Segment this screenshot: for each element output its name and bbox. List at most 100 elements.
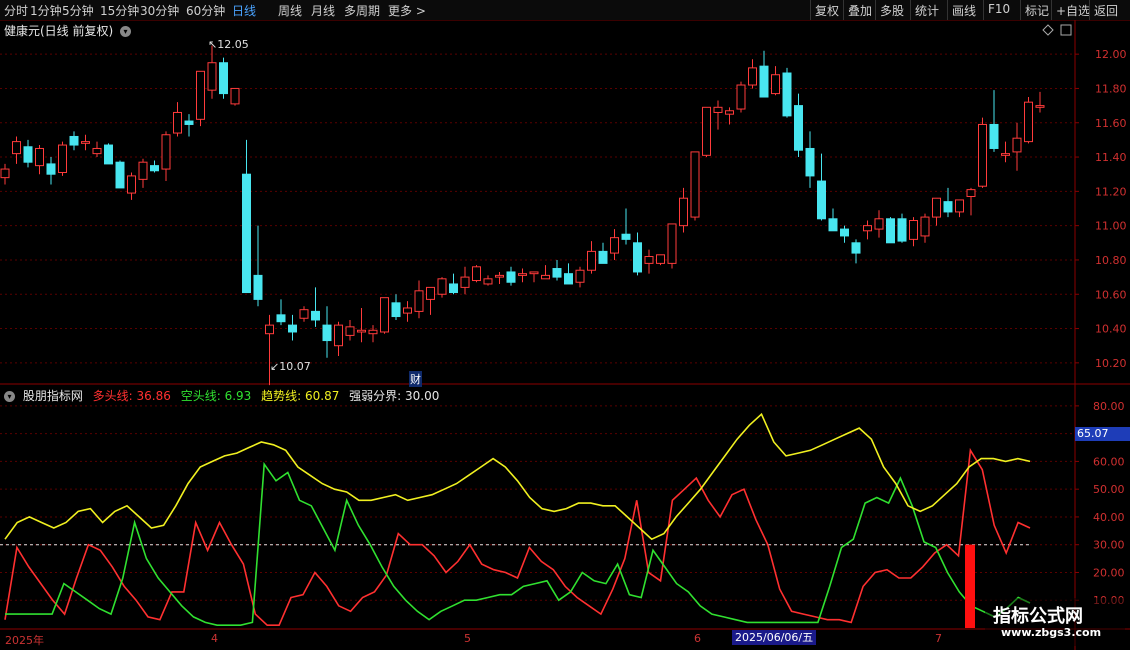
price-tick-label: 11.80 xyxy=(1095,82,1127,95)
candle-body xyxy=(587,250,596,271)
toolbar-action-2[interactable]: 多股 xyxy=(880,2,904,19)
candle-body xyxy=(23,146,33,163)
candle-body xyxy=(989,123,999,149)
candle-body xyxy=(736,84,746,110)
candle-body xyxy=(909,220,918,240)
candle-body xyxy=(851,242,861,254)
candle-body xyxy=(46,163,56,175)
period-tab-1[interactable]: 1分钟 xyxy=(30,2,62,19)
date-april: 4 xyxy=(211,632,218,645)
period-tab-10[interactable]: 更多 > xyxy=(388,2,426,19)
toolbar-action-3[interactable]: 统计 xyxy=(915,2,939,19)
toolbar-action-0[interactable]: 复权 xyxy=(815,2,839,19)
period-tab-8[interactable]: 月线 xyxy=(311,2,335,19)
toolbar-separator xyxy=(910,0,911,20)
candle-body xyxy=(12,141,21,155)
candle-body xyxy=(1024,101,1033,143)
high-marker: ↖12.05 xyxy=(208,38,249,51)
period-tab-2[interactable]: 5分钟 xyxy=(62,2,94,19)
price-tick-label: 10.20 xyxy=(1095,357,1127,370)
candle-body xyxy=(529,271,539,275)
price-tick-label: 10.40 xyxy=(1095,323,1127,336)
indicator-tick-label: 40.00 xyxy=(1093,511,1125,524)
candle-body xyxy=(35,147,44,167)
chevron-down-icon[interactable]: ▾ xyxy=(4,391,15,402)
candle-body xyxy=(414,290,424,312)
candle-body xyxy=(368,329,378,335)
candle-body xyxy=(184,120,194,125)
candle-body xyxy=(449,283,458,294)
candle-body xyxy=(771,74,780,95)
period-tab-5[interactable]: 60分钟 xyxy=(186,2,225,19)
price-tick-label: 12.00 xyxy=(1095,48,1127,61)
toolbar-action-1[interactable]: 叠加 xyxy=(848,2,872,19)
period-tab-6[interactable]: 日线 xyxy=(232,2,256,19)
indicator-name: 股朋指标网 xyxy=(22,389,83,403)
watermark-title: 指标公式网 xyxy=(993,606,1083,627)
toolbar-separator xyxy=(843,0,844,20)
indicator-tick-label: 30.00 xyxy=(1093,539,1125,552)
price-tick-label: 11.00 xyxy=(1095,220,1127,233)
candle-body xyxy=(863,225,872,232)
kline-chart: 12.00 11.80 11.60 11.40 11.20 11.00 10.80 10.60… xyxy=(0,20,1130,650)
bull-line-label: 多头线: 36.86 xyxy=(92,389,171,403)
candle-body xyxy=(173,111,182,134)
candle-body xyxy=(828,218,838,232)
candle-body xyxy=(150,165,159,172)
candle-body xyxy=(322,324,332,342)
stock-title: 健康元(日线 前复权) ▾ xyxy=(4,22,132,39)
toolbar-separator xyxy=(1051,0,1052,20)
candle-body xyxy=(1001,153,1010,156)
candle-body xyxy=(345,326,355,336)
candle-body xyxy=(966,189,976,197)
candle-body xyxy=(0,168,10,179)
candle-body xyxy=(460,276,470,288)
price-tick-label: 10.80 xyxy=(1095,254,1127,267)
period-tab-4[interactable]: 30分钟 xyxy=(140,2,179,19)
trend-line-label: 趋势线: 60.87 xyxy=(261,389,340,403)
candle-body xyxy=(874,218,884,230)
collapse-icon[interactable] xyxy=(1060,24,1072,36)
crosshair-date: 2025/06/06/五 xyxy=(732,630,817,645)
candle-body xyxy=(253,274,263,300)
candle-body xyxy=(311,310,320,321)
candle-body xyxy=(621,233,631,240)
candle-body xyxy=(81,141,90,144)
candle-body xyxy=(897,218,907,242)
period-tab-3[interactable]: 15分钟 xyxy=(100,2,139,19)
period-tab-0[interactable]: 分时 xyxy=(4,2,28,19)
bear-line xyxy=(5,461,1031,627)
period-tab-9[interactable]: 多周期 xyxy=(344,2,380,19)
candle-body xyxy=(495,274,504,278)
candle-body xyxy=(334,324,343,347)
toolbar-action-6[interactable]: 标记 xyxy=(1025,2,1049,19)
candle-body xyxy=(794,105,803,151)
candle-body xyxy=(391,302,401,318)
toolbar-action-5[interactable]: F10 xyxy=(988,2,1010,16)
indicator-tick-label: 20.00 xyxy=(1093,566,1125,579)
candle-body xyxy=(1012,137,1022,153)
toolbar-action-7[interactable]: +自选 xyxy=(1056,2,1090,19)
settings-diamond-icon[interactable] xyxy=(1042,24,1054,36)
candle-body xyxy=(472,266,481,282)
high-value: 12.05 xyxy=(217,38,249,51)
candle-body xyxy=(104,144,113,165)
candle-body xyxy=(506,271,516,283)
candle-body xyxy=(1035,105,1045,108)
candle-body xyxy=(955,199,964,213)
chevron-down-icon[interactable]: ▾ xyxy=(120,26,132,37)
candle-body xyxy=(817,180,826,220)
indicator-title: ▾ 股朋指标网 多头线: 36.86 空头线: 6.93 趋势线: 60.87 … xyxy=(4,387,445,404)
finance-badge[interactable]: 财 xyxy=(409,371,422,387)
toolbar-action-4[interactable]: 画线 xyxy=(952,2,976,19)
candle-body xyxy=(644,256,654,264)
toolbar-separator xyxy=(983,0,984,20)
indicator-tick-label: 80.00 xyxy=(1093,400,1125,413)
candle-body xyxy=(115,161,125,189)
candle-body xyxy=(196,70,205,120)
toolbar-separator xyxy=(1089,0,1090,20)
toolbar-action-8[interactable]: 返回 xyxy=(1094,2,1118,19)
candle-body xyxy=(667,223,677,264)
period-tab-7[interactable]: 周线 xyxy=(278,2,302,19)
stock-name: 健康元(日线 前复权) xyxy=(4,24,114,38)
